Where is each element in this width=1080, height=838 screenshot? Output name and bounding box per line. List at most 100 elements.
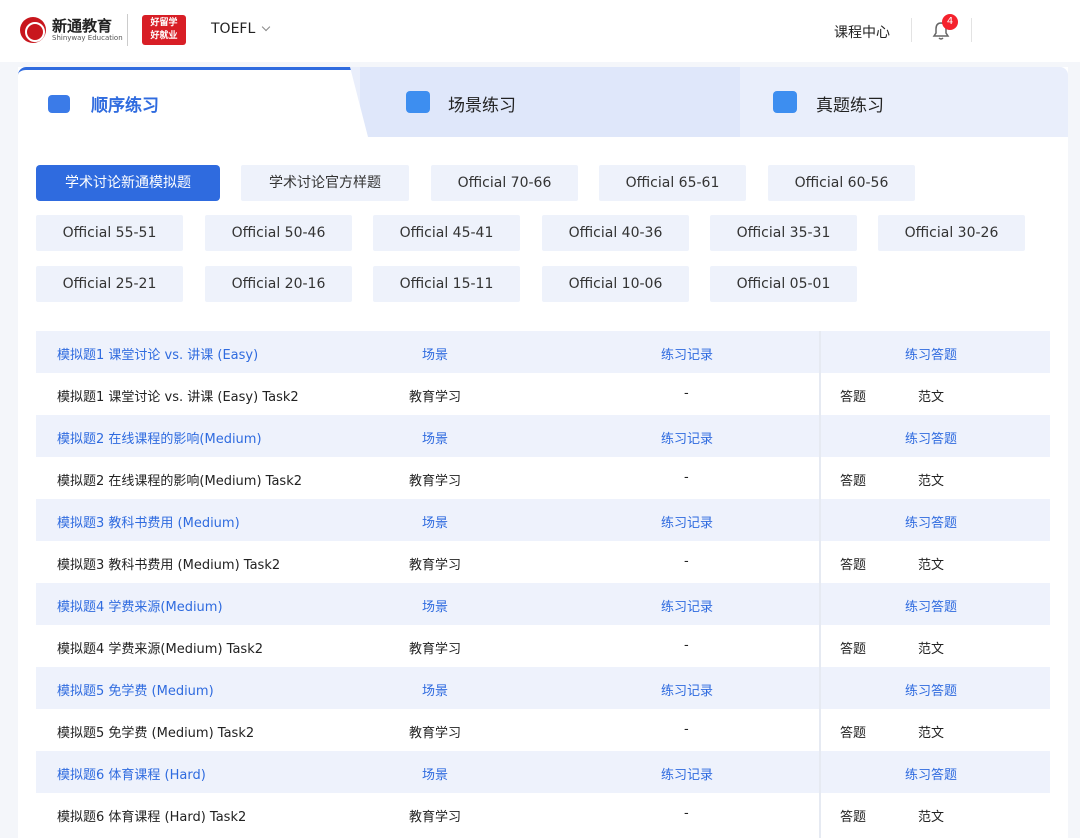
category-button[interactable]: Official 25-21 <box>36 266 183 302</box>
table-row: 模拟题6 体育课程 (Hard) Task2 教育学习 - 答题 范文 <box>36 793 1050 838</box>
task-scene: 教育学习 <box>409 642 462 657</box>
list-icon <box>48 95 70 113</box>
category-button[interactable]: Official 45-41 <box>373 215 520 251</box>
category-button[interactable]: Official 05-01 <box>710 266 857 302</box>
column-scene: 场景 <box>422 684 449 699</box>
category-button[interactable]: 学术讨论新通模拟题 <box>36 165 220 201</box>
table-row: 模拟题4 学费来源(Medium) Task2 教育学习 - 答题 范文 <box>36 625 1050 667</box>
task-record: - <box>684 554 689 569</box>
sample-essay-button[interactable]: 范文 <box>918 638 944 657</box>
course-center-link[interactable]: 课程中心 <box>834 22 890 42</box>
sample-essay-button[interactable]: 范文 <box>918 470 944 489</box>
notification-badge: 4 <box>942 14 958 30</box>
table-group-header: 模拟题3 教科书费用 (Medium) 场景 练习记录 练习答题 <box>36 499 1050 541</box>
table-group-header: 模拟题2 在线课程的影响(Medium) 场景 练习记录 练习答题 <box>36 415 1050 457</box>
answer-button[interactable]: 答题 <box>840 470 866 489</box>
header-divider <box>971 18 972 42</box>
slogan-line-2: 好就业 <box>150 31 178 41</box>
task-record: - <box>684 386 689 401</box>
table-group-header: 模拟题5 免学费 (Medium) 场景 练习记录 练习答题 <box>36 667 1050 709</box>
table-row: 模拟题3 教科书费用 (Medium) Task2 教育学习 - 答题 范文 <box>36 541 1050 583</box>
column-action: 练习答题 <box>905 684 958 699</box>
chevron-down-icon <box>262 22 271 32</box>
brand-subtitle: Shinyway Education <box>52 34 123 42</box>
task-name: 模拟题1 课堂讨论 vs. 讲课 (Easy) Task2 <box>57 390 299 405</box>
column-action: 练习答题 <box>905 432 958 447</box>
column-action: 练习答题 <box>905 516 958 531</box>
table-group-header: 模拟题4 学费来源(Medium) 场景 练习记录 练习答题 <box>36 583 1050 625</box>
top-header: 新通教育 Shinyway Education 好留学 好就业 TOEFL 课程… <box>0 0 1080 62</box>
answer-button[interactable]: 答题 <box>840 722 866 741</box>
category-button[interactable]: Official 20-16 <box>205 266 352 302</box>
category-button[interactable]: 学术讨论官方样题 <box>241 165 409 201</box>
category-button[interactable]: Official 35-31 <box>710 215 857 251</box>
column-divider <box>819 331 821 838</box>
table-row: 模拟题2 在线课程的影响(Medium) Task2 教育学习 - 答题 范文 <box>36 457 1050 499</box>
slogan-badge: 好留学 好就业 <box>142 15 186 45</box>
column-scene: 场景 <box>422 600 449 615</box>
folder-icon <box>773 91 797 113</box>
task-name: 模拟题6 体育课程 (Hard) Task2 <box>57 810 247 825</box>
task-scene: 教育学习 <box>409 474 462 489</box>
brand-name[interactable]: 新通教育 <box>52 15 112 36</box>
category-button[interactable]: Official 55-51 <box>36 215 183 251</box>
tab-sequential[interactable]: 顺序练习 <box>91 91 159 116</box>
question-title: 模拟题2 在线课程的影响(Medium) <box>57 432 262 447</box>
question-title: 模拟题5 免学费 (Medium) <box>57 684 214 699</box>
table-row: 模拟题5 免学费 (Medium) Task2 教育学习 - 答题 范文 <box>36 709 1050 751</box>
column-record: 练习记录 <box>661 768 714 783</box>
category-button[interactable]: Official 40-36 <box>542 215 689 251</box>
task-name: 模拟题3 教科书费用 (Medium) Task2 <box>57 558 281 573</box>
answer-button[interactable]: 答题 <box>840 554 866 573</box>
task-record: - <box>684 638 689 653</box>
sample-essay-button[interactable]: 范文 <box>918 722 944 741</box>
column-record: 练习记录 <box>661 432 714 447</box>
column-record: 练习记录 <box>661 516 714 531</box>
answer-button[interactable]: 答题 <box>840 638 866 657</box>
shinyway-logo-icon[interactable] <box>20 17 46 43</box>
column-action: 练习答题 <box>905 600 958 615</box>
answer-button[interactable]: 答题 <box>840 806 866 825</box>
category-button[interactable]: Official 15-11 <box>373 266 520 302</box>
column-scene: 场景 <box>422 768 449 783</box>
practice-tabs: 顺序练习 场景练习 真题练习 <box>18 67 1068 137</box>
column-record: 练习记录 <box>661 600 714 615</box>
question-title: 模拟题4 学费来源(Medium) <box>57 600 223 615</box>
task-name: 模拟题4 学费来源(Medium) Task2 <box>57 642 263 657</box>
sample-essay-button[interactable]: 范文 <box>918 554 944 573</box>
task-record: - <box>684 722 689 737</box>
answer-button[interactable]: 答题 <box>840 386 866 405</box>
sample-essay-button[interactable]: 范文 <box>918 386 944 405</box>
tab-scene[interactable]: 场景练习 <box>448 91 516 116</box>
question-title: 模拟题3 教科书费用 (Medium) <box>57 516 240 531</box>
column-scene: 场景 <box>422 348 449 363</box>
column-record: 练习记录 <box>661 684 714 699</box>
category-button[interactable]: Official 30-26 <box>878 215 1025 251</box>
question-title: 模拟题6 体育课程 (Hard) <box>57 768 206 783</box>
category-button[interactable]: Official 50-46 <box>205 215 352 251</box>
column-action: 练习答题 <box>905 348 958 363</box>
category-button[interactable]: Official 60-56 <box>768 165 915 201</box>
column-record: 练习记录 <box>661 348 714 363</box>
task-name: 模拟题2 在线课程的影响(Medium) Task2 <box>57 474 302 489</box>
column-scene: 场景 <box>422 432 449 447</box>
exam-selector[interactable]: TOEFL <box>211 21 271 37</box>
category-button[interactable]: Official 70-66 <box>431 165 578 201</box>
task-record: - <box>684 470 689 485</box>
sample-essay-button[interactable]: 范文 <box>918 806 944 825</box>
category-button[interactable]: Official 65-61 <box>599 165 746 201</box>
exam-selector-label: TOEFL <box>211 21 256 37</box>
table-row: 模拟题1 课堂讨论 vs. 讲课 (Easy) Task2 教育学习 - 答题 … <box>36 373 1050 415</box>
tab-real-exam[interactable]: 真题练习 <box>816 91 884 116</box>
task-scene: 教育学习 <box>409 810 462 825</box>
task-scene: 教育学习 <box>409 726 462 741</box>
question-title: 模拟题1 课堂讨论 vs. 讲课 (Easy) <box>57 348 259 363</box>
table-group-header: 模拟题1 课堂讨论 vs. 讲课 (Easy) 场景 练习记录 练习答题 <box>36 331 1050 373</box>
table-group-header: 模拟题6 体育课程 (Hard) 场景 练习记录 练习答题 <box>36 751 1050 793</box>
monitor-icon <box>406 91 430 113</box>
tab-active-background <box>18 67 368 137</box>
header-divider <box>911 18 912 42</box>
task-record: - <box>684 806 689 821</box>
column-action: 练习答题 <box>905 768 958 783</box>
category-button[interactable]: Official 10-06 <box>542 266 689 302</box>
